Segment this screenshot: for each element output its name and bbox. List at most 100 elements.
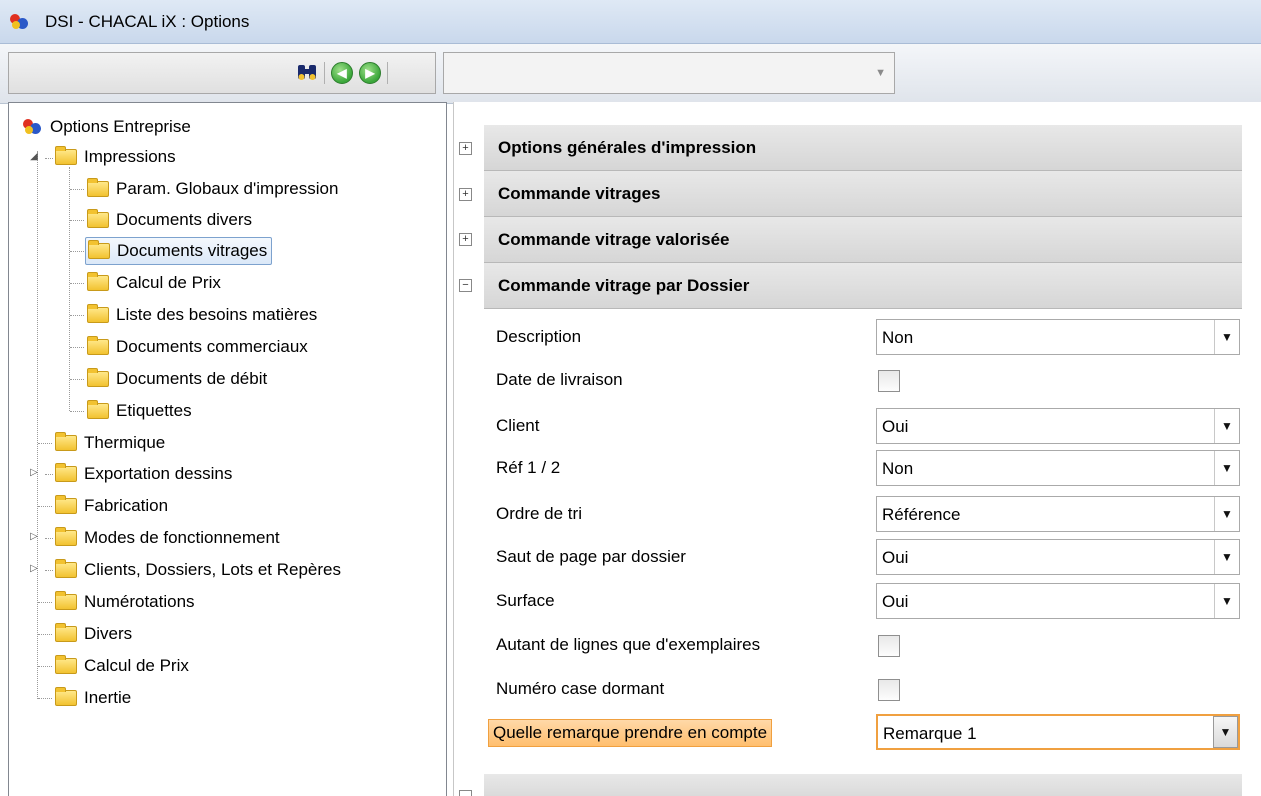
tree-item-label: Documents divers xyxy=(116,210,253,229)
tree-item-label: Param. Globaux d'impression xyxy=(116,179,339,198)
expand-arrow-icon[interactable]: ▷ xyxy=(29,467,39,478)
chevron-down-icon[interactable]: ▼ xyxy=(1213,716,1238,748)
tree-item-label: Calcul de Prix xyxy=(116,273,221,292)
tree-item-fabrication[interactable]: Fabrication xyxy=(55,492,168,520)
tree-item-exportation-dessins[interactable]: Exportation dessins xyxy=(55,460,232,488)
tree-item-documents-debit[interactable]: Documents de débit xyxy=(87,365,267,393)
navigation-combo[interactable]: ▼ xyxy=(443,52,895,94)
collapse-section-icon[interactable]: − xyxy=(459,279,472,292)
numero-case-checkbox[interactable] xyxy=(878,679,900,701)
tree-item-modes-fonctionnement[interactable]: Modes de fonctionnement xyxy=(55,524,280,552)
tree-item-impressions[interactable]: Impressions xyxy=(55,143,176,171)
tree-item-documents-divers[interactable]: Documents divers xyxy=(87,206,252,234)
tree-item-label: Documents vitrages xyxy=(117,241,268,260)
tree-connector xyxy=(38,634,52,635)
selection-highlight: Documents vitrages xyxy=(85,237,273,265)
section-title: Commande vitrage valorisée xyxy=(498,229,730,249)
expand-section-icon[interactable]: + xyxy=(459,142,472,155)
expand-arrow-icon[interactable]: ▷ xyxy=(29,563,39,574)
section-commande-vitrage-dossier[interactable]: Commande vitrage par Dossier xyxy=(484,263,1242,309)
options-tree: Options Entreprise ◢ Impressions Param. … xyxy=(8,102,447,796)
ordre-tri-select[interactable]: Référence ▼ xyxy=(876,496,1240,532)
tree-item-label: Impressions xyxy=(84,147,176,166)
section-commande-vitrages[interactable]: Commande vitrages xyxy=(484,171,1242,217)
tree-connector xyxy=(70,379,84,380)
select-value: Oui xyxy=(882,417,909,436)
chevron-down-icon[interactable]: ▼ xyxy=(875,67,886,79)
section-commande-vitrage-valorisee[interactable]: Commande vitrage valorisée xyxy=(484,217,1242,263)
binoculars-icon[interactable] xyxy=(296,63,318,83)
chevron-down-icon[interactable]: ▼ xyxy=(1214,584,1239,618)
property-label: Ordre de tri xyxy=(496,504,582,523)
section-options-generales[interactable]: Options générales d'impression xyxy=(484,125,1242,171)
tree-item-label: Numérotations xyxy=(84,592,195,611)
tree-root[interactable]: Options Entreprise xyxy=(21,113,191,141)
folder-icon xyxy=(87,304,109,323)
title-bar: DSI - CHACAL iX : Options xyxy=(0,0,1261,44)
tree-item-calcul-de-prix[interactable]: Calcul de Prix xyxy=(87,269,221,297)
forward-arrow-icon[interactable]: ▶ xyxy=(359,62,381,84)
property-label: Date de livraison xyxy=(496,370,623,389)
tree-item-label: Thermique xyxy=(84,433,166,452)
tree-connector xyxy=(38,506,52,507)
tree-item-calcul-de-prix-2[interactable]: Calcul de Prix xyxy=(55,652,189,680)
tree-item-documents-commerciaux[interactable]: Documents commerciaux xyxy=(87,333,308,361)
back-arrow-icon[interactable]: ◀ xyxy=(331,62,353,84)
tree-item-etiquettes[interactable]: Etiquettes xyxy=(87,397,192,425)
tree-root-label: Options Entreprise xyxy=(50,117,191,136)
tree-item-numerotations[interactable]: Numérotations xyxy=(55,588,195,616)
folder-icon xyxy=(87,178,109,197)
select-value: Oui xyxy=(882,592,909,611)
saut-page-select[interactable]: Oui ▼ xyxy=(876,539,1240,575)
tree-connector xyxy=(38,666,52,667)
chevron-down-icon[interactable]: ▼ xyxy=(1214,540,1239,574)
select-value: Référence xyxy=(882,505,961,524)
tree-item-inertie[interactable]: Inertie xyxy=(55,684,131,712)
client-select[interactable]: Oui ▼ xyxy=(876,408,1240,444)
folder-icon xyxy=(55,432,77,451)
select-value: Non xyxy=(882,459,914,478)
tree-connector xyxy=(70,189,84,190)
date-livraison-checkbox[interactable] xyxy=(878,370,900,392)
tree-item-label: Etiquettes xyxy=(116,401,192,420)
chevron-down-icon[interactable]: ▼ xyxy=(1214,451,1239,485)
tree-item-clients-dossiers[interactable]: Clients, Dossiers, Lots et Repères xyxy=(55,556,341,584)
tree-connector xyxy=(37,151,38,699)
property-label: Surface xyxy=(496,591,555,610)
remarque-select[interactable]: Remarque 1 ▼ xyxy=(876,714,1240,750)
folder-icon xyxy=(55,591,77,610)
ref-select[interactable]: Non ▼ xyxy=(876,450,1240,486)
property-label: Numéro case dormant xyxy=(496,679,665,698)
collapse-arrow-icon[interactable]: ◢ xyxy=(29,151,39,162)
chevron-down-icon[interactable]: ▼ xyxy=(1214,320,1239,354)
tree-item-documents-vitrages[interactable]: Documents vitrages xyxy=(85,237,273,265)
tree-connector xyxy=(38,698,52,699)
property-label: Autant de lignes que d'exemplaires xyxy=(496,635,761,654)
property-label-selected: Quelle remarque prendre en compte xyxy=(488,719,773,747)
tree-connector xyxy=(45,538,53,539)
description-select[interactable]: Non ▼ xyxy=(876,319,1240,355)
section-partial[interactable] xyxy=(484,774,1242,796)
open-folder-icon xyxy=(88,240,110,259)
chevron-down-icon[interactable]: ▼ xyxy=(1214,409,1239,443)
chevron-down-icon[interactable]: ▼ xyxy=(1214,497,1239,531)
folder-icon xyxy=(87,209,109,228)
section-title: Commande vitrages xyxy=(498,183,661,203)
expand-section-icon[interactable] xyxy=(459,790,472,796)
folder-icon xyxy=(87,272,109,291)
autant-lignes-checkbox[interactable] xyxy=(878,635,900,657)
tree-connector xyxy=(45,474,53,475)
folder-icon xyxy=(55,687,77,706)
tree-item-besoins-matieres[interactable]: Liste des besoins matières xyxy=(87,301,317,329)
tree-item-label: Calcul de Prix xyxy=(84,656,189,675)
folder-icon xyxy=(55,146,77,165)
folder-icon xyxy=(55,495,77,514)
expand-section-icon[interactable]: + xyxy=(459,188,472,201)
tree-item-param-globaux[interactable]: Param. Globaux d'impression xyxy=(87,175,338,203)
expand-arrow-icon[interactable]: ▷ xyxy=(29,531,39,542)
surface-select[interactable]: Oui ▼ xyxy=(876,583,1240,619)
tree-connector xyxy=(45,158,53,159)
expand-section-icon[interactable]: + xyxy=(459,233,472,246)
tree-item-thermique[interactable]: Thermique xyxy=(55,429,165,457)
tree-item-divers[interactable]: Divers xyxy=(55,620,132,648)
